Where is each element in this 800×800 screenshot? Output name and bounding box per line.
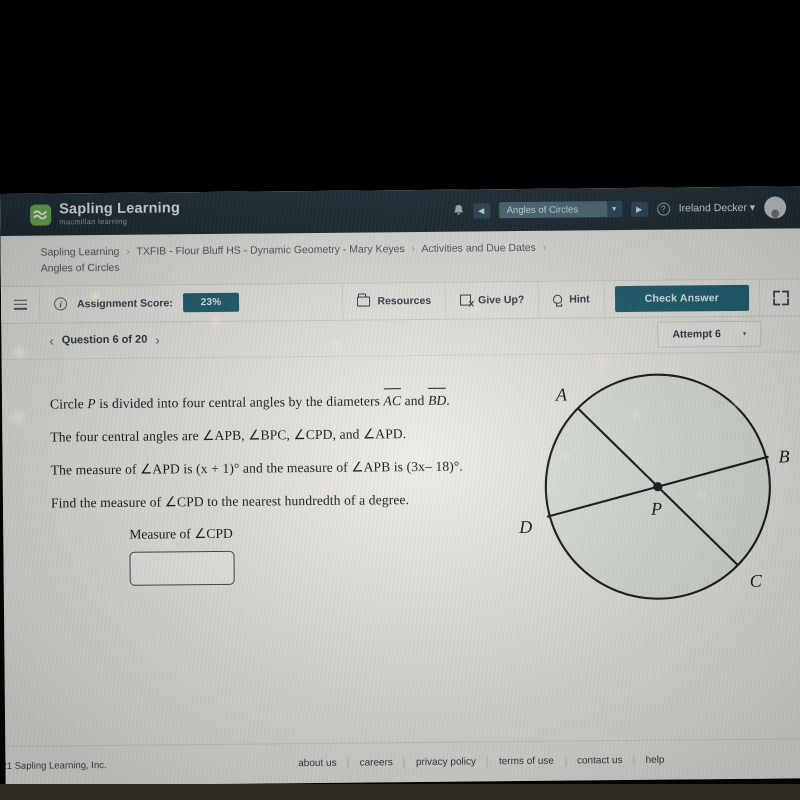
answer-label: Measure of ∠CPD [129,525,233,542]
breadcrumb-item-3: Angles of Circles [40,262,120,275]
q1-part-a: Circle [49,395,88,412]
resources-label: Resources [377,294,432,307]
chevron-down-icon: ▾ [749,201,756,214]
screen-bezel-bottom [0,784,800,800]
question-text: Circle P is divided into four central an… [50,387,522,587]
avatar[interactable] [764,196,787,219]
app-header: Sapling Learning macmillan learning ◀ An… [0,186,800,236]
hint-button[interactable]: Hint [538,280,604,318]
user-name-label[interactable]: Ireland Decker ▾ [679,202,756,215]
next-question-button[interactable]: › [147,332,167,347]
check-answer-button[interactable]: Check Answer [614,284,750,312]
label-b: B [778,446,789,466]
assignment-select-value: Angles of Circles [506,203,579,216]
next-assignment-icon[interactable]: ▶ [630,201,648,217]
question-body: Circle P is divided into four central an… [2,352,800,760]
browser-screen: Sapling Learning macmillan learning ◀ An… [0,186,800,786]
brand-title: Sapling Learning [59,200,181,218]
circle-diagram: A B C D P [490,350,793,643]
breadcrumb-separator: › [542,241,547,254]
assignment-select[interactable]: Angles of Circles ▼ [498,201,622,219]
info-icon[interactable]: i [53,297,68,311]
previous-assignment-icon[interactable]: ◀ [472,202,490,218]
footer-link-privacy-policy[interactable]: privacy policy [403,756,487,768]
header-actions: ◀ Angles of Circles ▼ ▶ ? Ireland Decker… [453,196,787,221]
sapling-leaf-icon [30,204,52,226]
fullscreen-button[interactable] [758,278,800,316]
label-c: C [750,570,763,590]
question-counter: Question 6 of 20 [61,333,148,347]
footer-link-terms-of-use[interactable]: terms of use [486,755,566,767]
brand-subtitle: macmillan learning [59,216,128,227]
fullscreen-expand-icon [773,290,789,305]
question-line-4: Find the measure of ∠CPD to the nearest … [50,491,410,511]
give-up-button[interactable]: Give Up? [444,281,539,319]
label-a: A [555,384,568,404]
sidebar-menu-button[interactable] [1,286,39,322]
question-line-1: Circle P is divided into four central an… [50,387,520,415]
breadcrumb-item-0[interactable]: Sapling Learning [41,246,120,259]
photo-of-screen: Sapling Learning macmillan learning ◀ An… [0,0,800,800]
center-point-p [653,481,663,491]
q1-period: . [446,392,450,408]
lightbulb-icon [553,294,563,304]
q1-var-p: P [87,395,96,411]
copyright-text: 21 Sapling Learning, Inc. [1,760,107,773]
footer-link-contact-us[interactable]: contact us [564,755,634,767]
previous-question-button[interactable]: ‹ [41,333,61,348]
answer-input[interactable] [129,550,235,586]
hint-label: Hint [569,292,590,306]
segment-ac: AC [383,387,402,411]
assignment-score-badge: 23% [182,292,240,313]
assignment-score-cell: i Assignment Score: 23% [38,283,343,323]
brand-logo[interactable]: Sapling Learning macmillan learning [30,200,181,227]
breadcrumb-separator: › [411,243,416,256]
page-footer: 21 Sapling Learning, Inc. about us caree… [1,738,800,786]
q1-part-b: is divided into four central angles by t… [95,392,384,411]
folder-icon [357,295,371,307]
attempt-select[interactable]: Attempt 6 ▾ [657,320,762,348]
notification-bell-icon[interactable] [453,203,464,218]
assignment-score-label: Assignment Score: [76,296,173,310]
q1-and: and [401,392,429,408]
breadcrumb: Sapling Learning › TXFIB - Flour Bluff H… [0,228,800,286]
help-icon[interactable]: ? [656,202,670,216]
answer-block: Measure of ∠CPD [129,523,522,586]
segment-bd: BD [427,387,447,411]
screen-bezel-top [0,0,800,196]
resources-button[interactable]: Resources [342,282,446,320]
footer-links: about us careers privacy policy terms of… [287,754,676,769]
breadcrumb-item-2[interactable]: Activities and Due Dates [421,242,536,255]
user-name-text: Ireland Decker [678,201,748,215]
box-x-icon [460,294,472,306]
label-p: P [650,498,662,518]
footer-link-careers[interactable]: careers [347,757,404,769]
chevron-down-icon: ▾ [742,330,747,338]
check-answer-cell: Check Answer [603,279,760,317]
avatar-silhouette [771,209,780,218]
footer-link-help[interactable]: help [633,754,676,766]
question-line-3: The measure of ∠APD is (x + 1)° and the … [50,458,463,478]
question-line-2: The four central angles are ∠APB, ∠BPC, … [50,425,407,445]
footer-link-about-us[interactable]: about us [287,757,347,769]
label-d: D [518,516,532,536]
list-menu-icon [13,299,27,310]
breadcrumb-separator: › [126,245,130,258]
give-up-label: Give Up? [478,293,525,306]
attempt-label: Attempt 6 [672,327,721,341]
breadcrumb-item-1[interactable]: TXFIB - Flour Bluff HS - Dynamic Geometr… [136,243,404,258]
circle-diagram-svg: A B C D P [518,373,790,600]
chevron-down-icon: ▼ [606,201,622,218]
